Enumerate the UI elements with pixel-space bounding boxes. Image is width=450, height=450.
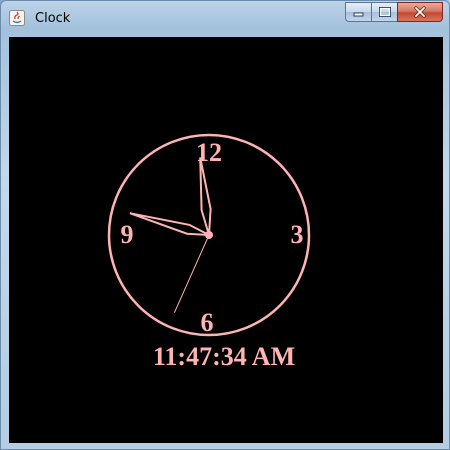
clock-window: Clock 12 3 6 9 11:47:34 AM <box>0 0 450 450</box>
window-controls <box>345 2 443 24</box>
numeral-9: 9 <box>121 220 134 249</box>
second-hand <box>173 234 210 313</box>
digital-time: 11:47:34 AM <box>153 342 295 371</box>
clock-canvas: 12 3 6 9 11:47:34 AM <box>9 37 443 443</box>
numeral-3: 3 <box>291 220 304 249</box>
hour-hand <box>199 157 212 236</box>
maximize-button[interactable] <box>371 2 397 22</box>
window-title: Clock <box>35 11 71 26</box>
maximize-icon <box>378 7 391 17</box>
center-pin <box>205 231 213 239</box>
java-app-icon[interactable] <box>9 10 25 26</box>
minute-hand <box>129 212 210 236</box>
close-icon <box>414 6 426 18</box>
close-button[interactable] <box>397 2 443 22</box>
numeral-6: 6 <box>201 308 214 337</box>
minimize-button[interactable] <box>345 2 371 22</box>
minimize-icon <box>353 12 363 17</box>
clock-face-svg: 12 3 6 9 11:47:34 AM <box>107 133 311 371</box>
title-bar[interactable]: Clock <box>1 1 449 37</box>
